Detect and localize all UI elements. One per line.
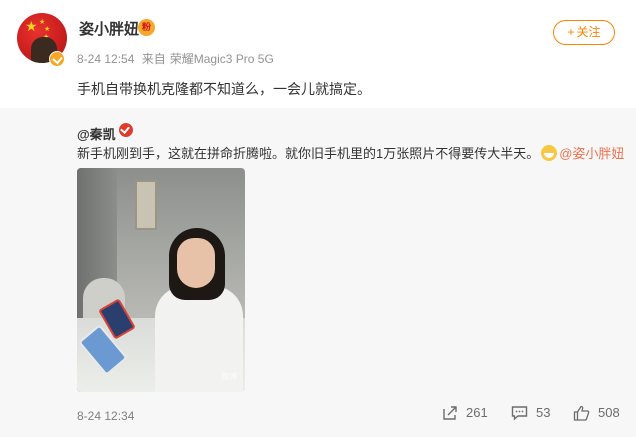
photo-watermark: 微博	[221, 372, 237, 381]
comment-count: 53	[536, 405, 551, 420]
repost-text: 新手机刚到手，这就在拼命折腾啦。就你旧手机里的1万张照片不得要传大半天。 @姿小胖…	[77, 143, 624, 162]
share-button[interactable]: 261	[442, 405, 488, 421]
share-icon	[443, 406, 457, 420]
post-header: ★ ★ ★ ★ 姿小胖妞 粉 8-24 12:54 来自荣耀Magic3 Pro…	[0, 0, 636, 108]
repost-verified-icon	[118, 122, 134, 138]
post-username[interactable]: 姿小胖妞	[79, 18, 139, 39]
post-meta: 8-24 12:54 来自 荣耀Magic3 Pro 5G	[77, 50, 278, 67]
grin-emoji-icon	[541, 145, 558, 161]
like-count: 508	[598, 405, 620, 420]
source-prefix: 来自	[141, 52, 166, 66]
post-time[interactable]: 8-24 12:54	[77, 52, 134, 66]
photo-person-face	[177, 238, 215, 288]
plus-icon: +	[567, 25, 575, 39]
comment-icon	[511, 406, 528, 421]
follow-label: 关注	[576, 25, 601, 39]
repost-username[interactable]: @秦凯	[77, 124, 116, 143]
repost-body: 新手机刚到手，这就在拼命折腾啦。就你旧手机里的1万张照片不得要传大半天。	[77, 146, 540, 161]
share-count: 261	[466, 405, 488, 420]
repost-card[interactable]: @秦凯 新手机刚到手，这就在拼命折腾啦。就你旧手机里的1万张照片不得要传大半天。…	[0, 108, 636, 437]
source-device[interactable]: 荣耀Magic3 Pro 5G	[170, 52, 274, 66]
comment-button[interactable]: 53	[511, 405, 550, 421]
verified-badge-icon	[49, 51, 65, 67]
repost-photo[interactable]: 微博	[77, 168, 245, 392]
like-icon	[573, 405, 590, 421]
like-button[interactable]: 508	[573, 405, 620, 421]
post-text: 手机自带换机克隆都不知道么，一会儿就搞定。	[77, 81, 371, 97]
follow-button[interactable]: + 关注	[553, 20, 615, 45]
flag-star-icon: ★	[25, 18, 38, 34]
fan-icon[interactable]: 粉	[138, 19, 155, 36]
mention-link[interactable]: @姿小胖妞	[559, 146, 624, 161]
photo-frame	[135, 180, 157, 230]
repost-time[interactable]: 8-24 12:34	[77, 409, 134, 423]
